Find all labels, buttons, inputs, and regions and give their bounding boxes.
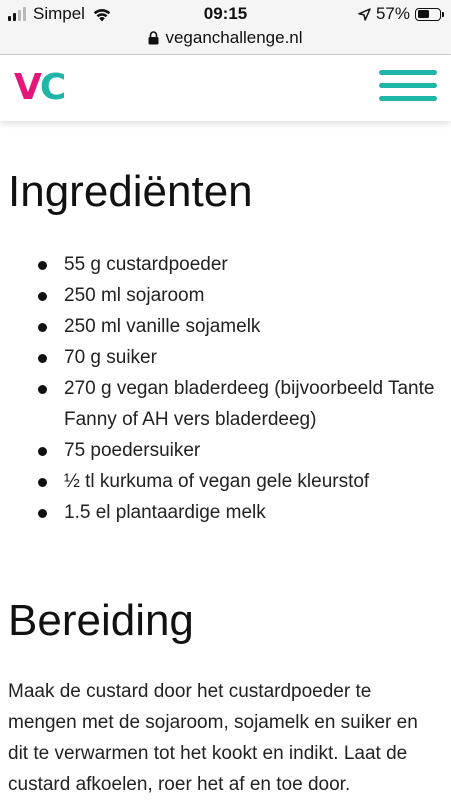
list-item: 75 poedersuiker <box>0 435 451 466</box>
battery-icon <box>415 7 444 21</box>
list-item: 250 ml sojaroom <box>0 280 451 311</box>
battery-fill <box>417 10 430 18</box>
preparation-heading: Bereiding <box>8 596 194 645</box>
signal-icon <box>8 7 26 21</box>
status-bar: Simpel 09:15 57% <box>0 0 451 28</box>
status-right: 57% <box>358 4 444 24</box>
battery-percentage: 57% <box>375 4 410 23</box>
list-item: 250 ml vanille sojamelk <box>0 311 451 342</box>
logo-letter-v: V <box>14 67 42 108</box>
menu-icon[interactable] <box>379 68 437 104</box>
carrier-name: Simpel <box>33 4 85 23</box>
ingredients-list: 55 g custardpoeder 250 ml sojaroom 250 m… <box>0 249 451 528</box>
lock-icon <box>148 31 159 45</box>
location-icon <box>358 7 371 21</box>
list-item: 1.5 el plantaardige melk <box>0 497 451 528</box>
url-text: veganchallenge.nl <box>165 28 303 47</box>
site-logo[interactable]: VC <box>14 67 66 108</box>
browser-url-bar[interactable]: veganchallenge.nl <box>0 28 451 55</box>
site-header: VC <box>0 55 451 121</box>
ingredients-heading: Ingrediënten <box>8 167 253 216</box>
preparation-text: Maak de custard door het custardpoeder t… <box>8 681 418 795</box>
list-item: ½ tl kurkuma of vegan gele kleurstof <box>0 466 451 497</box>
list-item: 55 g custardpoeder <box>0 249 451 280</box>
wifi-icon <box>93 9 111 22</box>
logo-letter-c: C <box>39 67 66 108</box>
list-item: 70 g suiker <box>0 342 451 373</box>
status-left: Simpel <box>8 4 112 24</box>
list-item: 270 g vegan bladerdeeg (bijvoorbeeld Tan… <box>0 373 451 435</box>
